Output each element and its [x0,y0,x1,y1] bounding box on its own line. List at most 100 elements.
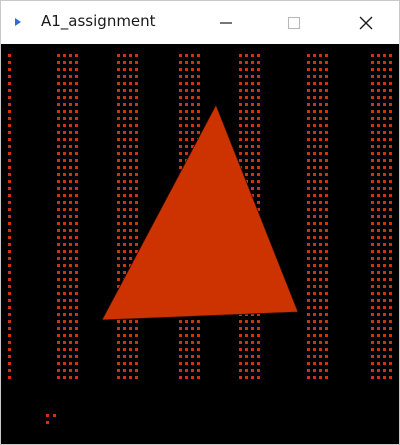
grid-dot [313,320,316,323]
grid-dot [129,152,132,155]
grid-dot [389,166,392,169]
grid-dot [185,96,188,99]
grid-dot [257,89,260,92]
grid-dot [245,334,248,337]
grid-dot [319,173,322,176]
grid-dot [63,236,66,239]
grid-dot [313,82,316,85]
grid-dot [191,341,194,344]
grid-dot [325,145,328,148]
grid-dot [251,138,254,141]
grid-dot [389,362,392,365]
grid-dot [383,355,386,358]
grid-dot [8,229,11,232]
grid-dot [239,124,242,127]
grid-dot [69,187,72,190]
grid-dot [129,180,132,183]
grid-dot [313,152,316,155]
close-button[interactable] [343,1,389,44]
grid-dot [307,110,310,113]
grid-dot [129,215,132,218]
grid-dot [75,341,78,344]
grid-dot [307,75,310,78]
grid-dot [383,131,386,134]
grid-dot [257,103,260,106]
grid-dot [371,145,374,148]
render-canvas[interactable] [1,44,399,444]
grid-dot [389,173,392,176]
title-bar[interactable]: A1_assignment [1,1,399,44]
grid-dot [75,236,78,239]
grid-dot [245,89,248,92]
maximize-button[interactable] [271,1,317,44]
grid-dot [377,117,380,120]
grid-dot [185,75,188,78]
grid-dot [325,117,328,120]
grid-dot [251,369,254,372]
grid-dot [377,278,380,281]
grid-dot [185,341,188,344]
grid-dot [377,159,380,162]
grid-dot [307,376,310,379]
grid-dot [377,376,380,379]
grid-dot [179,131,182,134]
grid-dot [135,110,138,113]
grid-dot [389,131,392,134]
grid-dot [123,376,126,379]
grid-dot [383,278,386,281]
grid-dot [371,292,374,295]
grid-dot [123,320,126,323]
grid-dot [75,124,78,127]
grid-dot [57,285,60,288]
grid-dot [117,166,120,169]
grid-dot [239,355,242,358]
grid-dot [257,110,260,113]
grid-dot [389,159,392,162]
grid-dot [63,180,66,183]
grid-dot [69,327,72,330]
grid-dot [69,285,72,288]
grid-dot [63,369,66,372]
grid-dot [8,313,11,316]
grid-dot [123,271,126,274]
grid-dot [307,271,310,274]
grid-dot [117,369,120,372]
grid-dot [117,229,120,232]
grid-dot [239,68,242,71]
grid-dot [319,355,322,358]
grid-dot [371,68,374,71]
grid-dot [185,110,188,113]
grid-dot [197,348,200,351]
grid-dot [63,292,66,295]
grid-dot [245,362,248,365]
grid-dot [123,82,126,85]
grid-dot [325,257,328,260]
grid-dot [383,68,386,71]
grid-dot [383,320,386,323]
grid-dot [123,243,126,246]
grid-dot [371,187,374,190]
grid-dot [117,348,120,351]
grid-dot [123,236,126,239]
grid-dot [75,362,78,365]
grid-dot [135,348,138,351]
grid-dot [123,264,126,267]
grid-dot [185,327,188,330]
minimize-button[interactable] [203,1,249,44]
grid-dot [307,89,310,92]
grid-dot [8,75,11,78]
grid-dot [257,187,260,190]
grid-dot [197,117,200,120]
grid-dot [389,285,392,288]
grid-dot [179,341,182,344]
grid-dot [313,222,316,225]
grid-dot [179,145,182,148]
grid-dot [319,271,322,274]
grid-dot [319,82,322,85]
app-window: A1_assignment [0,0,400,445]
grid-dot [383,145,386,148]
grid-dot [307,313,310,316]
grid-dot [75,222,78,225]
grid-dot [251,187,254,190]
grid-dot [69,131,72,134]
